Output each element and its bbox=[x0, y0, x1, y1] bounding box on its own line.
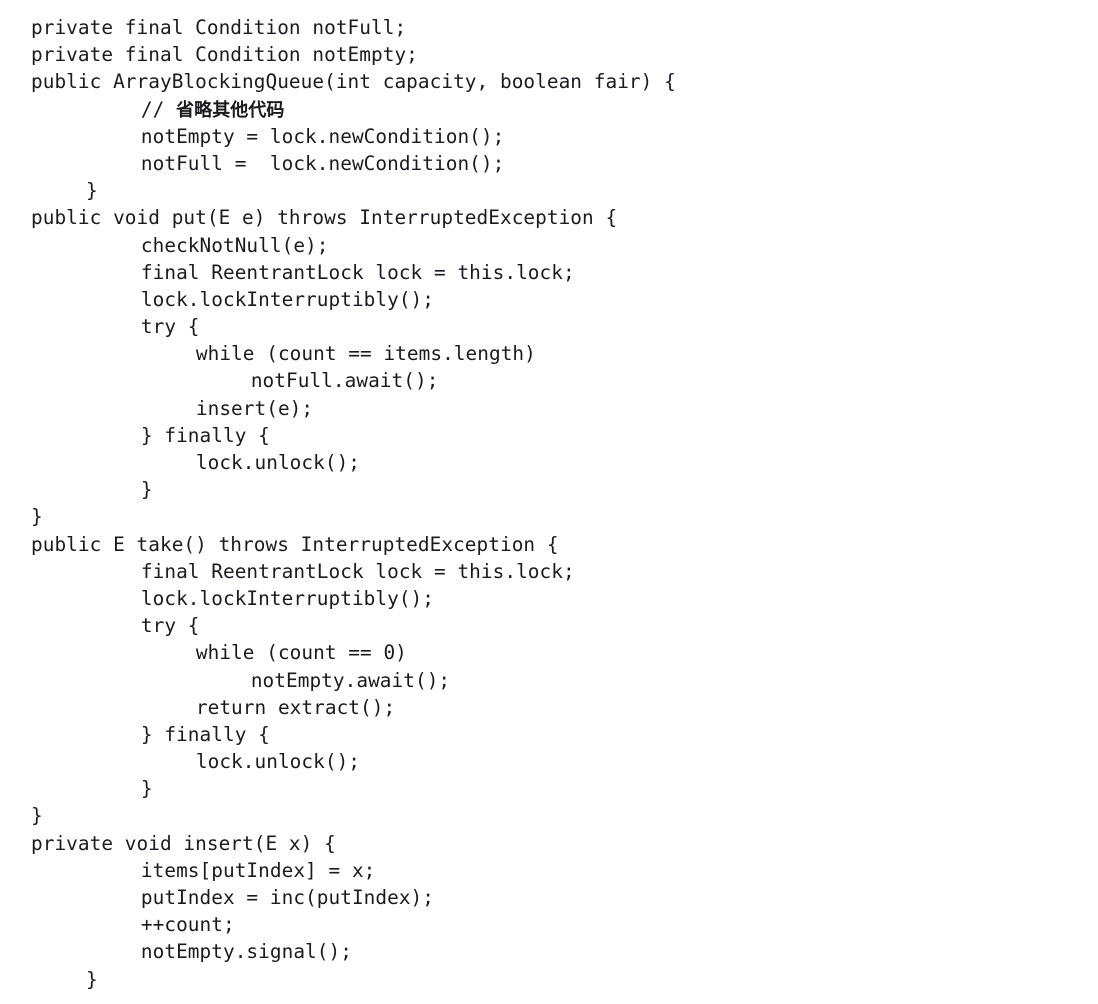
code-line: // 省略其他代码 bbox=[31, 96, 1098, 123]
code-line: } finally { bbox=[140, 423, 270, 447]
code-line: } finally { bbox=[140, 722, 270, 746]
code-line: final ReentrantLock lock = this.lock; bbox=[140, 260, 575, 284]
code-line: } bbox=[140, 777, 153, 801]
code-line: ++count; bbox=[140, 913, 235, 937]
code-line: lock.lockInterruptibly(); bbox=[140, 586, 435, 610]
code-line: } bbox=[31, 804, 43, 828]
code-line: public ArrayBlockingQueue(int capacity, … bbox=[31, 70, 676, 94]
code-line: private final Condition notFull; bbox=[31, 16, 407, 39]
code-line: putIndex = inc(putIndex); bbox=[140, 886, 435, 909]
code-line: while (count == 0) bbox=[195, 641, 407, 665]
code-line: private void insert(E x) { bbox=[31, 831, 336, 855]
code-line: lock.lockInterruptibly(); bbox=[140, 287, 435, 311]
code-line: } bbox=[85, 967, 98, 991]
code-line: public E take() throws InterruptedExcept… bbox=[31, 532, 559, 556]
code-line: } bbox=[31, 505, 43, 529]
code-line: while (count == items.length) bbox=[195, 342, 536, 366]
code-line: lock.unlock(); bbox=[195, 750, 361, 774]
comment-slashes: // bbox=[140, 97, 177, 121]
code-line: checkNotNull(e); bbox=[140, 233, 329, 257]
code-line: notFull.await(); bbox=[250, 369, 439, 393]
code-line: insert(e); bbox=[195, 396, 314, 420]
comment-text: 省略其他代码 bbox=[176, 99, 285, 121]
code-line: } bbox=[140, 478, 153, 502]
code-line: items[putIndex] = x; bbox=[140, 858, 376, 882]
code-line: return extract(); bbox=[195, 695, 396, 719]
code-line: notEmpty = lock.newCondition(); bbox=[140, 124, 505, 148]
code-listing: private final Condition notFull; private … bbox=[0, 0, 1098, 1004]
code-line: private final Condition notEmpty; bbox=[31, 43, 418, 67]
code-line: notEmpty.signal(); bbox=[140, 940, 352, 964]
code-line: lock.unlock(); bbox=[195, 451, 361, 474]
code-line: try { bbox=[140, 315, 200, 339]
code-line: } bbox=[85, 179, 98, 203]
code-line: final ReentrantLock lock = this.lock; bbox=[140, 559, 575, 583]
code-line: notEmpty.await(); bbox=[250, 668, 451, 692]
code-line: notFull = lock.newCondition(); bbox=[140, 151, 505, 175]
code-line: public void put(E e) throws InterruptedE… bbox=[31, 206, 618, 230]
code-line: try { bbox=[140, 614, 200, 638]
